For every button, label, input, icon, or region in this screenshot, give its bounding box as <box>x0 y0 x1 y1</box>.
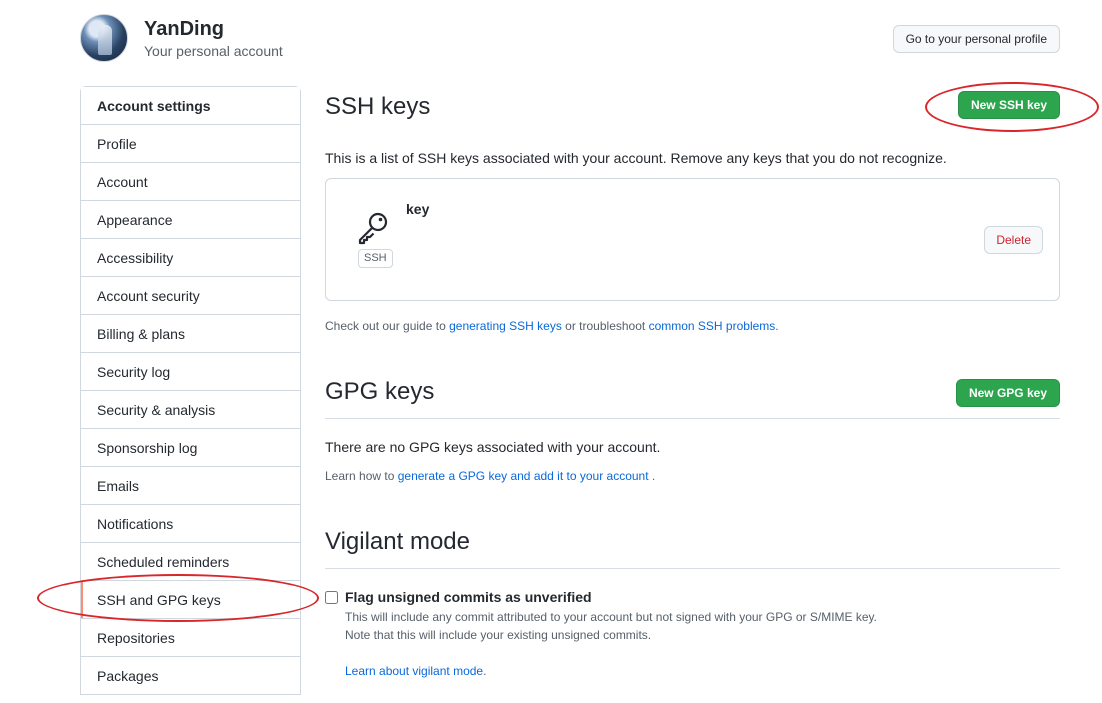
new-gpg-key-button[interactable]: New GPG key <box>955 379 1060 407</box>
learn-vigilant-mode-link[interactable]: Learn about vigilant mode <box>345 664 483 678</box>
sidebar-item-notifications[interactable]: Notifications <box>81 505 300 543</box>
sidebar-item-account[interactable]: Account <box>81 163 300 201</box>
delete-ssh-key-button[interactable]: Delete <box>984 226 1043 254</box>
sidebar-item-security-log[interactable]: Security log <box>81 353 300 391</box>
gpg-learn-suffix: . <box>651 469 656 483</box>
generate-gpg-key-link[interactable]: generate a GPG key and add it to your ac… <box>398 469 649 483</box>
sidebar-item-emails[interactable]: Emails <box>81 467 300 505</box>
sidebar-item-sponsorship-log[interactable]: Sponsorship log <box>81 429 300 467</box>
main-content: SSH keys New SSH key This is a list of S… <box>325 86 1060 678</box>
gpg-keys-header: GPG keys New GPG key <box>325 371 1060 419</box>
generating-ssh-keys-link[interactable]: generating SSH keys <box>449 319 562 333</box>
common-ssh-problems-link[interactable]: common SSH problems <box>649 319 776 333</box>
key-icon <box>358 212 388 245</box>
ssh-key-title: key <box>406 201 430 217</box>
sidebar-item-scheduled-reminders[interactable]: Scheduled reminders <box>81 543 300 581</box>
ssh-badge: SSH <box>358 249 393 268</box>
page-header: YanDing Your personal account Go to your… <box>80 14 1060 64</box>
vigilant-mode-title: Vigilant mode <box>325 528 470 555</box>
ssh-guide-suffix: . <box>775 319 779 333</box>
ssh-guide-prefix: Check out our guide to <box>325 319 446 333</box>
ssh-guide-text: Check out our guide to generating SSH ke… <box>325 319 779 333</box>
flag-unsigned-label: Flag unsigned commits as unverified <box>345 589 592 605</box>
sidebar-item-account-security[interactable]: Account security <box>81 277 300 315</box>
vigilant-note-line2: Note that this will include your existin… <box>345 628 652 642</box>
gpg-learn-prefix: Learn how to <box>325 469 395 483</box>
new-ssh-key-button[interactable]: New SSH key <box>957 91 1060 119</box>
sidebar-item-ssh-and-gpg-keys[interactable]: SSH and GPG keys <box>81 581 300 619</box>
sidebar-item-repositories[interactable]: Repositories <box>81 619 300 657</box>
go-to-profile-button[interactable]: Go to your personal profile <box>892 25 1060 53</box>
vigilant-learn-text: Learn about vigilant mode. <box>345 664 486 678</box>
sidebar-item-security-and-analysis[interactable]: Security & analysis <box>81 391 300 429</box>
flag-unsigned-checkbox[interactable] <box>325 590 338 604</box>
ssh-guide-middle: or troubleshoot <box>565 319 646 333</box>
ssh-key-item: SSH key Delete <box>325 178 1060 301</box>
sidebar-item-packages[interactable]: Packages <box>81 657 300 695</box>
ssh-keys-description: This is a list of SSH keys associated wi… <box>325 150 947 166</box>
user-name[interactable]: YanDing <box>144 18 224 41</box>
gpg-keys-title: GPG keys <box>325 378 435 405</box>
sidebar-item-profile[interactable]: Profile <box>81 125 300 163</box>
vigilant-checkbox-row[interactable]: Flag unsigned commits as unverified <box>325 589 592 605</box>
ssh-keys-title: SSH keys <box>325 93 431 120</box>
vigilant-note-line1: This will include any commit attributed … <box>345 610 878 624</box>
settings-sidebar: Account settings Profile Account Appearanc… <box>80 86 301 695</box>
vigilant-learn-suffix: . <box>483 664 487 678</box>
user-subtitle: Your personal account <box>144 43 283 59</box>
gpg-empty-text: There are no GPG keys associated with yo… <box>325 439 661 455</box>
sidebar-item-accessibility[interactable]: Accessibility <box>81 239 300 277</box>
ssh-keys-header: SSH keys New SSH key <box>325 86 1060 134</box>
gpg-learn-text: Learn how to generate a GPG key and add … <box>325 469 655 483</box>
sidebar-item-billing-and-plans[interactable]: Billing & plans <box>81 315 300 353</box>
avatar[interactable] <box>80 14 128 62</box>
sidebar-item-appearance[interactable]: Appearance <box>81 201 300 239</box>
sidebar-heading: Account settings <box>81 87 300 125</box>
vigilant-mode-header: Vigilant mode <box>325 521 1060 569</box>
